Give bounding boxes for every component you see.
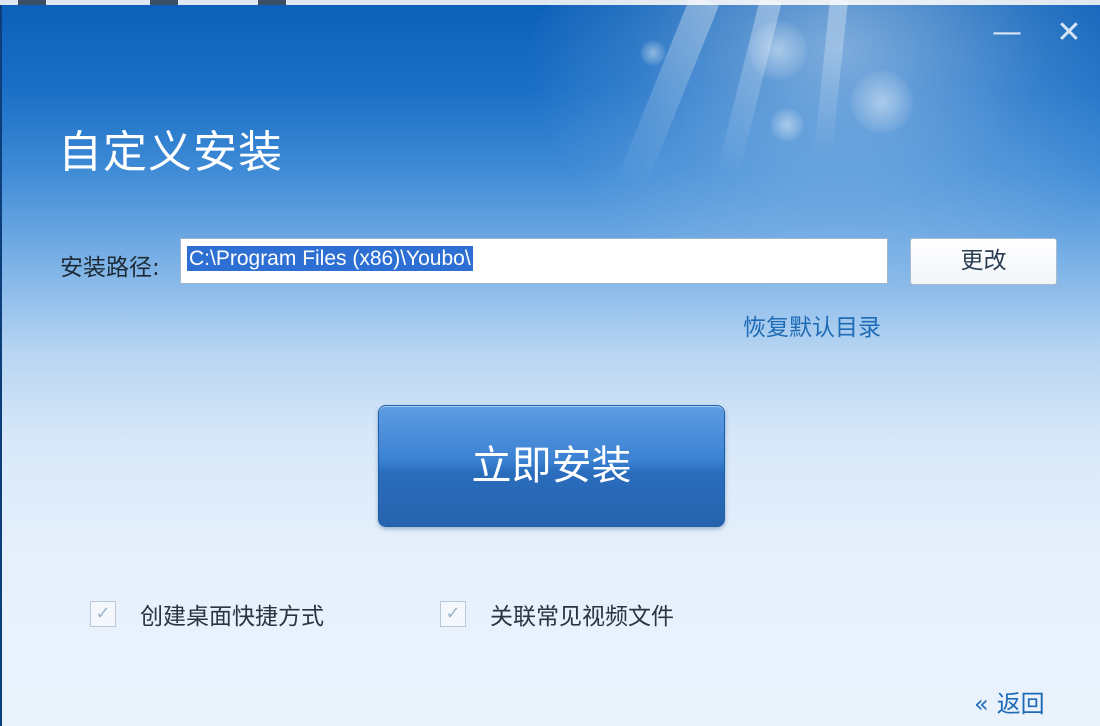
minimize-icon: — — [992, 15, 1022, 50]
minimize-button[interactable]: — — [990, 16, 1024, 50]
checkmark-icon: ✓ — [445, 603, 461, 624]
option-label: 关联常见视频文件 — [490, 604, 674, 630]
taskbar-tab-marker — [258, 0, 286, 5]
decor-bubble — [770, 108, 804, 142]
install-path-value: C:\Program Files (x86)\Youbo\ — [187, 246, 473, 271]
option-label: 创建桌面快捷方式 — [140, 604, 324, 630]
restore-default-directory-link[interactable]: 恢复默认目录 — [743, 308, 881, 342]
taskbar-tab-marker — [18, 0, 46, 5]
checkmark-icon: ✓ — [95, 603, 111, 624]
install-now-button[interactable]: 立即安装 — [378, 405, 725, 527]
checkbox-desktop-shortcut[interactable]: ✓ — [90, 601, 116, 627]
close-button[interactable]: ✕ — [1052, 16, 1086, 50]
install-path-label: 安装路径: — [60, 255, 160, 281]
taskbar-tab-marker — [150, 0, 178, 5]
option-create-desktop-shortcut[interactable]: ✓ 创建桌面快捷方式 — [90, 598, 324, 630]
option-associate-video-files[interactable]: ✓ 关联常见视频文件 — [440, 598, 674, 630]
back-link[interactable]: «返回 — [974, 684, 1045, 719]
decor-bubble — [748, 20, 808, 80]
back-label: 返回 — [996, 690, 1045, 718]
page-title: 自定义安装 — [58, 127, 283, 178]
checkbox-associate-video[interactable]: ✓ — [440, 601, 466, 627]
change-path-button[interactable]: 更改 — [910, 238, 1057, 285]
double-chevron-left-icon: « — [974, 690, 989, 718]
window-left-edge — [0, 5, 2, 726]
install-path-input[interactable]: C:\Program Files (x86)\Youbo\ — [180, 238, 888, 284]
decor-bubble — [640, 40, 666, 66]
installer-window: — ✕ 自定义安装 安装路径: C:\Program Files (x86)\Y… — [0, 0, 1100, 726]
decor-bubble — [850, 70, 914, 134]
close-icon: ✕ — [1056, 15, 1082, 50]
